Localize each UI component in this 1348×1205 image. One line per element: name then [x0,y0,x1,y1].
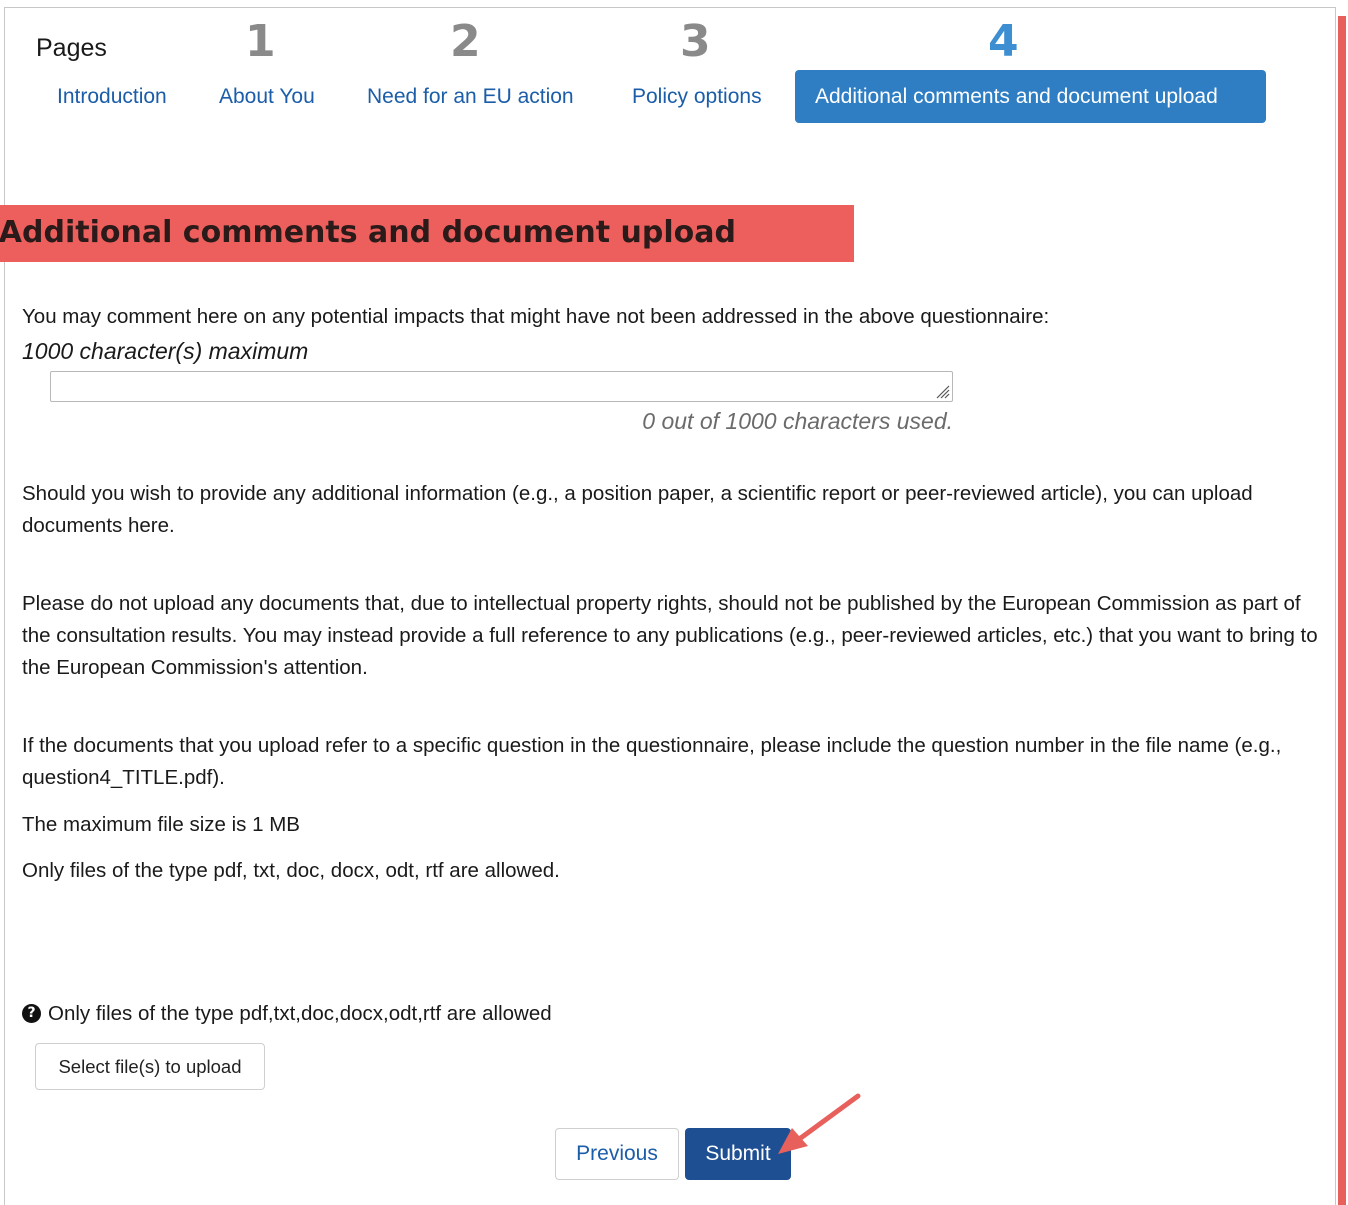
page-title: Page 4: Additional comments and document… [0,215,736,250]
comment-limit: 1000 character(s) maximum [22,338,309,364]
annotation-arrow-icon [778,1093,861,1154]
step-number-1: 1 [245,16,276,67]
pages-label: Pages [36,34,107,62]
character-counter: 0 out of 1000 characters used. [642,408,953,434]
info-paragraph-1: Should you wish to provide any additiona… [22,482,1253,537]
annotation-edge-bar [1338,16,1346,1205]
step-number-3: 3 [680,16,711,67]
allowed-file-types: Only files of the type pdf, txt, doc, do… [22,859,560,882]
tab-additional-comments[interactable]: Additional comments and document upload [795,70,1266,123]
select-files-button[interactable]: Select file(s) to upload [35,1043,265,1090]
upload-help-text: Only files of the type pdf,txt,doc,docx,… [48,1002,552,1025]
comment-prompt: You may comment here on any potential im… [22,305,1050,328]
resize-handle-icon[interactable] [934,383,950,399]
step-number-4: 4 [988,16,1019,67]
step-number-2: 2 [450,16,481,67]
comment-textarea[interactable] [50,371,953,402]
tab-about-you[interactable]: About You [219,70,315,123]
question-circle-icon: ? [22,1004,41,1023]
tab-policy-options[interactable]: Policy options [632,70,762,123]
info-paragraph-3: If the documents that you upload refer t… [22,734,1282,789]
max-file-size: The maximum file size is 1 MB [22,813,300,836]
tab-introduction[interactable]: Introduction [57,70,167,123]
info-paragraph-2: Please do not upload any documents that,… [22,592,1318,679]
page-title-banner: Page 4: Additional comments and document… [0,205,854,262]
tab-need-for-eu-action[interactable]: Need for an EU action [367,70,574,123]
previous-button[interactable]: Previous [555,1128,679,1180]
